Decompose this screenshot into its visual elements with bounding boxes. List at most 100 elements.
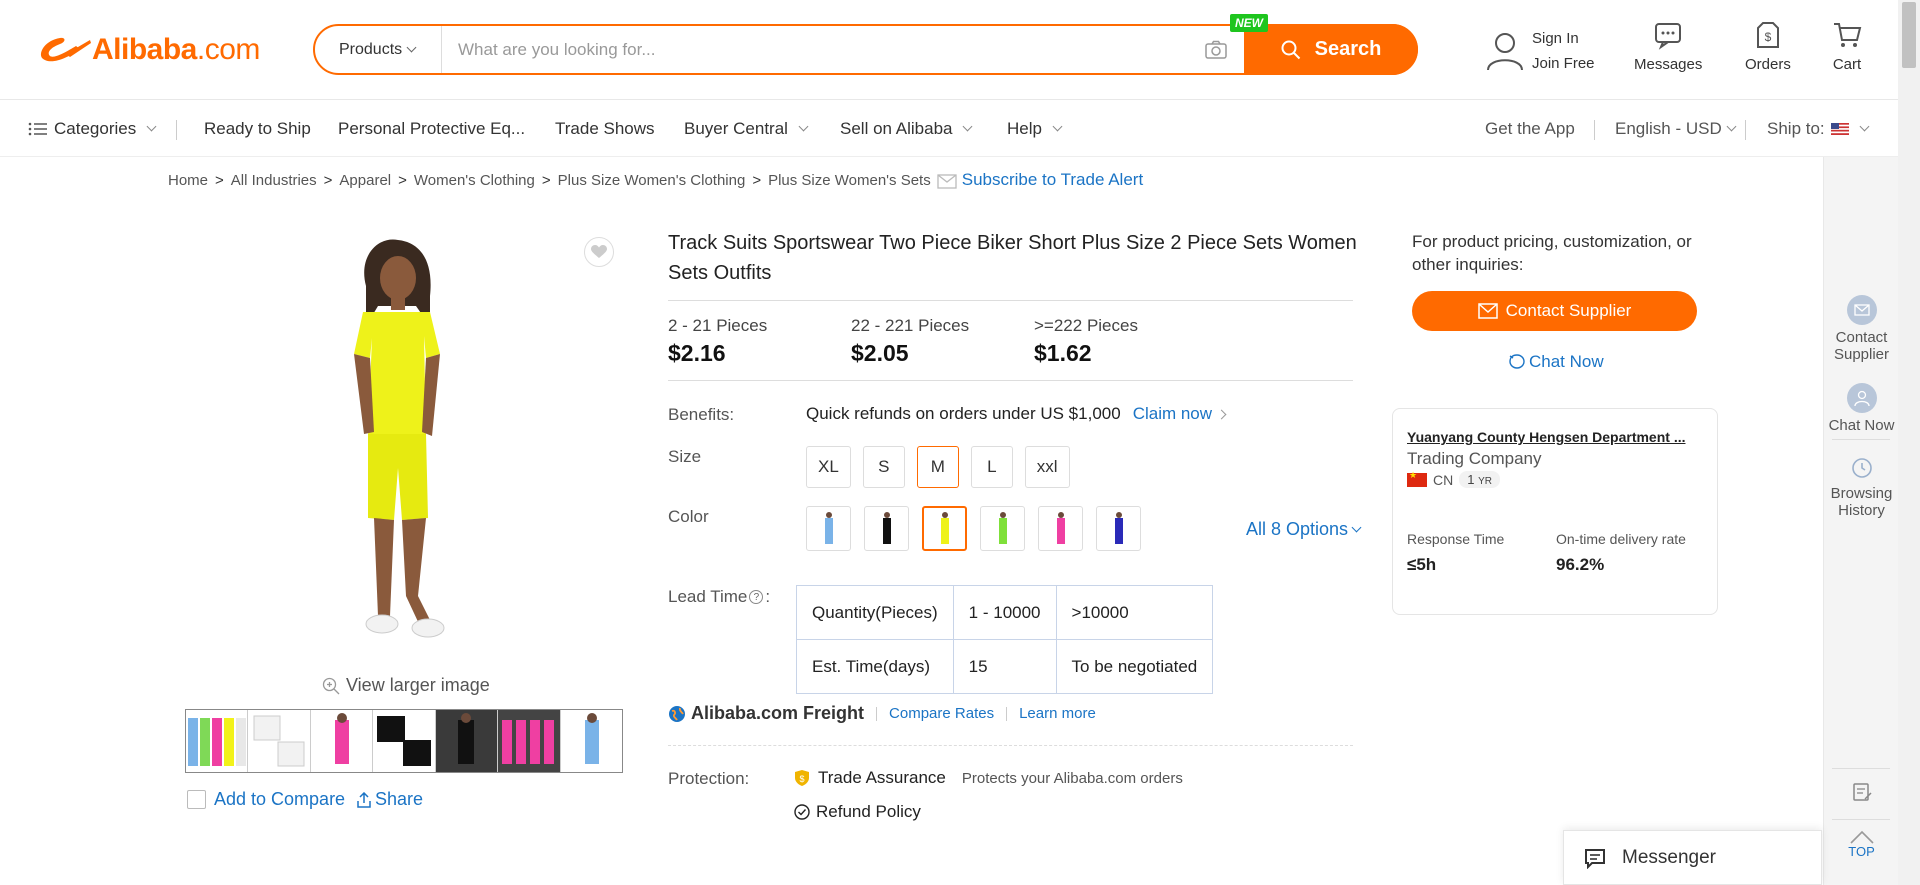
thumbnail[interactable] xyxy=(561,710,622,772)
trade-assurance-label[interactable]: Trade Assurance xyxy=(818,768,946,788)
sidebar-browsing-history[interactable]: Browsing History xyxy=(1824,457,1899,519)
sidebar-contact-supplier[interactable]: Contact Supplier xyxy=(1824,295,1899,363)
compare-checkbox[interactable] xyxy=(187,790,206,809)
ship-to-selector[interactable]: Ship to: xyxy=(1767,101,1870,157)
color-swatch[interactable] xyxy=(1038,506,1083,551)
color-swatch[interactable] xyxy=(864,506,909,551)
nav-sell-on-alibaba[interactable]: Sell on Alibaba xyxy=(840,101,973,157)
nav-trade-shows[interactable]: Trade Shows xyxy=(555,101,655,157)
compare-rates-link[interactable]: Compare Rates xyxy=(889,705,994,722)
price-tiers: 2 - 21 Pieces $2.16 22 - 221 Pieces $2.0… xyxy=(668,316,1217,367)
claim-now-link[interactable]: Claim now xyxy=(1133,404,1227,424)
table-cell: 15 xyxy=(952,639,1057,694)
messages-button[interactable]: Messages xyxy=(1634,20,1702,73)
language-currency-selector[interactable]: English - USD xyxy=(1615,101,1737,157)
svg-text:$: $ xyxy=(1765,30,1772,44)
scrollbar-thumb[interactable] xyxy=(1902,2,1916,68)
ontime-delivery-label: On-time delivery rate xyxy=(1556,531,1686,547)
language-currency-label: English - USD xyxy=(1615,119,1722,138)
arrow-up-icon xyxy=(1849,830,1874,844)
chat-icon xyxy=(1509,354,1525,369)
messenger-button[interactable]: Messenger xyxy=(1563,830,1822,885)
all-options-link[interactable]: All 8 Options xyxy=(1246,519,1362,540)
thumbnail[interactable] xyxy=(498,710,561,772)
breadcrumb-plus-size-clothing[interactable]: Plus Size Women's Clothing xyxy=(558,172,746,189)
contact-supplier-button[interactable]: Contact Supplier xyxy=(1412,291,1697,331)
response-time-value: ≤5h xyxy=(1407,555,1437,574)
breadcrumb-apparel[interactable]: Apparel xyxy=(339,172,391,189)
search-category-dropdown[interactable]: Products xyxy=(315,26,442,73)
help-icon[interactable]: ? xyxy=(749,590,764,604)
color-swatch-selected[interactable] xyxy=(922,506,967,551)
price-tier-quantity: >=222 Pieces xyxy=(1034,316,1138,335)
get-the-app-label: Get the App xyxy=(1485,119,1575,138)
favorite-button[interactable] xyxy=(584,237,614,267)
view-larger-image-link[interactable]: View larger image xyxy=(322,675,490,696)
color-swatch[interactable] xyxy=(806,506,851,551)
nav-buyer-central[interactable]: Buyer Central xyxy=(684,101,809,157)
add-to-compare[interactable]: Add to Compare xyxy=(187,789,345,810)
thumbnail[interactable] xyxy=(186,710,249,772)
breadcrumb-plus-size-sets[interactable]: Plus Size Women's Sets xyxy=(768,172,931,189)
get-the-app-link[interactable]: Get the App xyxy=(1485,101,1575,157)
thumbnail[interactable] xyxy=(248,710,311,772)
color-swatch[interactable] xyxy=(980,506,1025,551)
color-swatch[interactable] xyxy=(1096,506,1141,551)
thumbnail[interactable] xyxy=(311,710,374,772)
size-label: Size xyxy=(668,447,702,466)
thumbnail[interactable] xyxy=(373,710,436,772)
orders-label: Orders xyxy=(1745,56,1791,73)
size-option-s[interactable]: S xyxy=(862,446,905,488)
breadcrumb-womens-clothing[interactable]: Women's Clothing xyxy=(414,172,535,189)
size-option-m[interactable]: M xyxy=(916,446,959,488)
benefits-label: Benefits: xyxy=(668,405,735,424)
cart-button[interactable]: Cart xyxy=(1832,20,1862,73)
chevron-down-icon xyxy=(1052,121,1063,132)
back-to-top-button[interactable]: TOP xyxy=(1824,830,1899,859)
orders-button[interactable]: $ Orders xyxy=(1745,20,1791,73)
messenger-label: Messenger xyxy=(1622,846,1716,868)
thumbnail[interactable] xyxy=(435,710,499,772)
subscribe-trade-alert-link[interactable]: Subscribe to Trade Alert xyxy=(937,170,1143,190)
new-badge: NEW xyxy=(1230,14,1268,32)
sidebar-contact-supplier-label: Contact Supplier xyxy=(1833,329,1890,363)
table-cell: >10000 xyxy=(1055,585,1214,640)
sidebar-chat-now[interactable]: Chat Now xyxy=(1824,383,1899,434)
nav-ppe[interactable]: Personal Protective Eq... xyxy=(338,101,525,157)
freight-brand-label: Alibaba.com Freight xyxy=(691,703,865,723)
us-flag-icon xyxy=(1830,123,1849,135)
sign-in-link[interactable]: Sign In xyxy=(1532,26,1595,51)
size-option-l[interactable]: L xyxy=(970,446,1013,488)
alibaba-logo[interactable]: Alibaba.com xyxy=(36,32,260,68)
account-menu[interactable]: Sign In Join Free xyxy=(1486,26,1595,76)
camera-icon[interactable] xyxy=(1198,32,1234,68)
protection-label: Protection: xyxy=(668,769,750,788)
join-free-link[interactable]: Join Free xyxy=(1532,51,1595,76)
learn-more-link[interactable]: Learn more xyxy=(1019,705,1096,722)
supplier-name-link[interactable]: Yuanyang County Hengsen Department ... xyxy=(1407,429,1686,445)
product-main-image[interactable] xyxy=(318,236,468,646)
search-input[interactable] xyxy=(442,26,1198,73)
chat-now-link[interactable]: Chat Now xyxy=(1508,352,1604,372)
categories-menu[interactable]: Categories xyxy=(28,101,157,157)
chevron-down-icon xyxy=(1351,522,1362,532)
sidebar-feedback[interactable] xyxy=(1824,781,1899,803)
breadcrumb-separator: > xyxy=(398,171,407,189)
nav-ready-to-ship[interactable]: Ready to Ship xyxy=(204,101,311,157)
nav-help[interactable]: Help xyxy=(1007,101,1063,157)
breadcrumb-home[interactable]: Home xyxy=(168,172,208,189)
nav-help-label: Help xyxy=(1007,119,1042,138)
size-option-xxl[interactable]: xxl xyxy=(1024,446,1070,488)
page: Alibaba.com Products NEW Search Sign In … xyxy=(0,0,1920,885)
page-scrollbar[interactable] xyxy=(1898,0,1920,885)
refund-policy-row[interactable]: Refund Policy xyxy=(794,802,921,822)
nav-ppe-label: Personal Protective Eq... xyxy=(338,119,526,138)
share-button[interactable]: Share xyxy=(356,789,423,810)
search-button-label: Search xyxy=(1314,38,1382,60)
search-button[interactable]: NEW Search xyxy=(1230,14,1418,75)
nav-divider xyxy=(1594,120,1595,140)
inquiry-text: For product pricing, customization, or o… xyxy=(1412,232,1692,274)
breadcrumb-all-industries[interactable]: All Industries xyxy=(231,172,317,189)
supplier-type: Trading Company xyxy=(1407,449,1542,468)
size-option-xl[interactable]: XL xyxy=(806,446,851,488)
